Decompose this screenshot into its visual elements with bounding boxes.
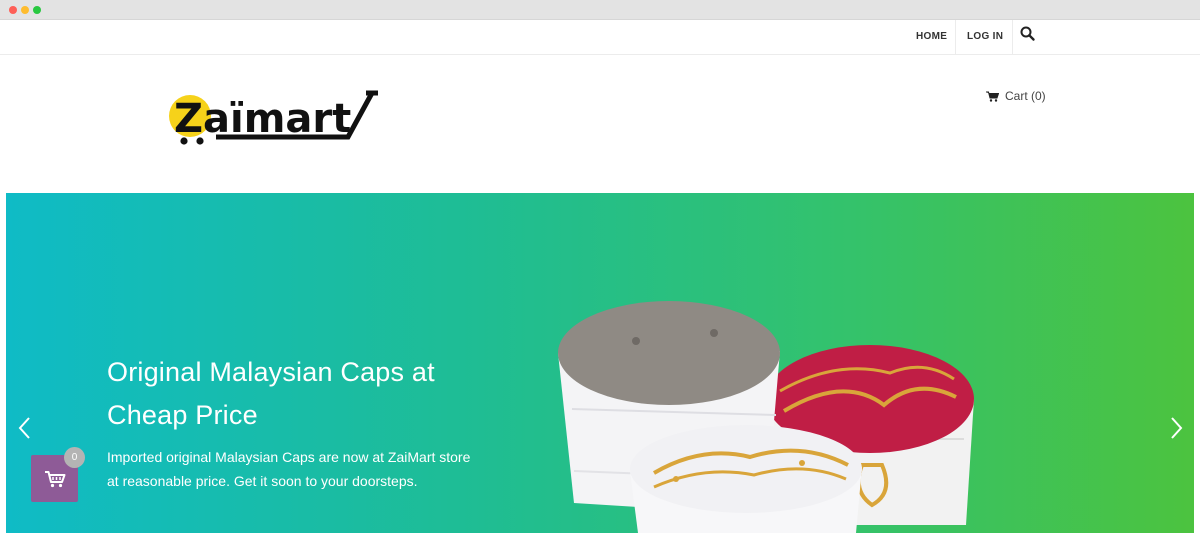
zaimart-logo[interactable]: Zaïmart	[166, 89, 381, 149]
chevron-left-icon	[18, 417, 30, 439]
chevron-right-icon	[1171, 417, 1183, 439]
malaysian-caps-image	[558, 301, 974, 533]
header-cart-link[interactable]: Cart (0)	[986, 89, 1046, 103]
floating-cart-count-badge: 0	[64, 447, 85, 468]
site-header: Zaïmart Cart (0)	[0, 56, 1200, 193]
hero-slider: Original Malaysian Caps at Cheap Price I…	[6, 193, 1194, 533]
window-maximize-button[interactable]	[33, 6, 41, 14]
nav-login-link[interactable]: LOG IN	[958, 20, 1014, 54]
cart-label: Cart (0)	[1005, 89, 1046, 103]
hero-prev-arrow[interactable]	[15, 415, 35, 441]
hero-next-arrow[interactable]	[1166, 415, 1186, 441]
top-navigation: HOME LOG IN	[0, 20, 1200, 55]
basket-icon	[44, 470, 65, 487]
window-close-button[interactable]	[9, 6, 17, 14]
window-minimize-button[interactable]	[21, 6, 29, 14]
search-icon[interactable]	[1018, 24, 1038, 44]
cart-icon	[986, 91, 999, 102]
browser-chrome	[0, 0, 1200, 20]
hero-title: Original Malaysian Caps at Cheap Price	[107, 357, 435, 430]
hero-subtitle: Imported original Malaysian Caps are now…	[107, 449, 471, 489]
nav-home-link[interactable]: HOME	[908, 20, 957, 54]
